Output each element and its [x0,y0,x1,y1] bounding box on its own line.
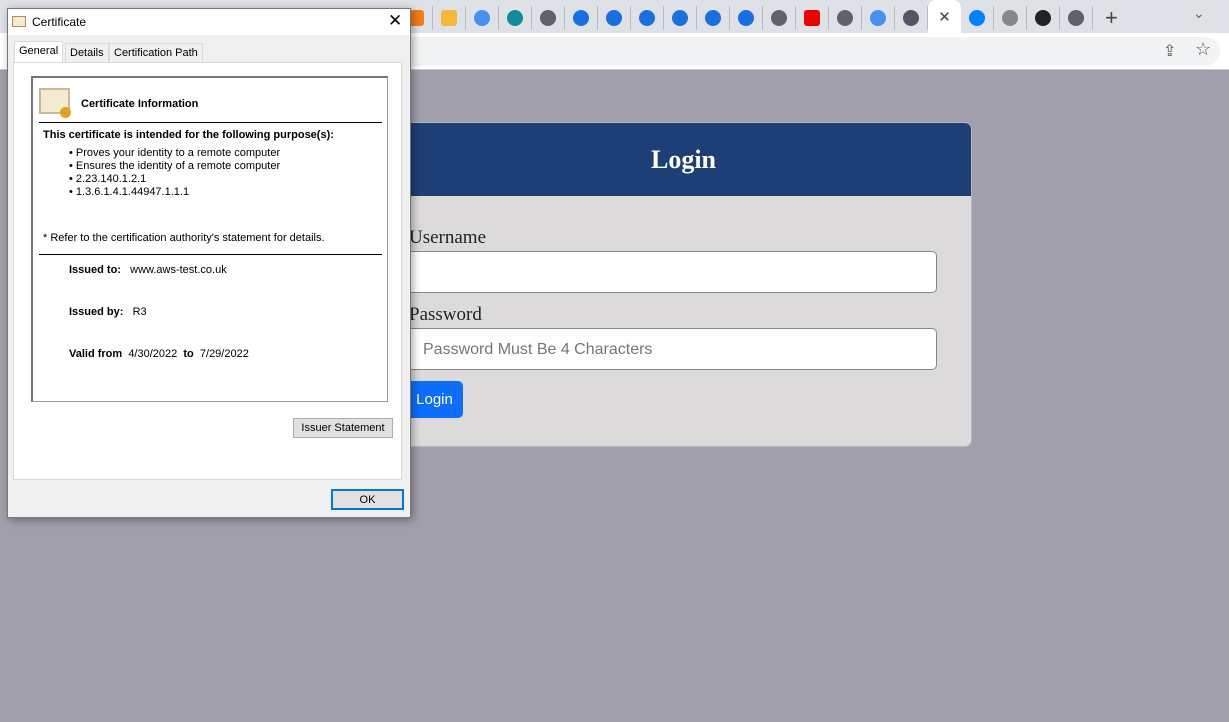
purpose-heading: This certificate is intended for the fol… [43,129,334,141]
app-drop-icon [639,10,655,26]
browser-tab[interactable] [994,6,1027,30]
browser-tab[interactable] [1027,6,1060,30]
info-heading: Certificate Information [81,98,199,110]
browser-tab[interactable]: ✕ [928,0,961,33]
robot-icon [1002,10,1018,26]
issued-by-row: Issued by: R3 [69,306,147,318]
search-q-icon [474,10,490,26]
purpose-item: • 2.23.140.1.2.1 [69,173,147,185]
issued-to-row: Issued to: www.aws-test.co.uk [69,264,227,276]
certificate-info-box: Certificate Information This certificate… [31,76,388,402]
browser-tab[interactable] [730,6,763,30]
tab-general[interactable]: General [14,41,64,64]
app-drop-icon [705,10,721,26]
browser-tab[interactable] [763,6,796,30]
username-input[interactable] [401,251,937,293]
dialog-title-bar: Certificate ✕ [8,9,410,35]
browser-tab[interactable] [862,6,895,30]
general-panel: Certificate Information This certificate… [13,62,402,480]
app-drop-icon [672,10,688,26]
login-header: Login [396,123,971,196]
tab-search-button[interactable]: ⌄ [1193,5,1205,22]
divider [39,122,382,123]
browser-tab[interactable] [598,6,631,30]
purpose-item: • Proves your identity to a remote compu… [69,147,281,159]
tab-details[interactable]: Details [65,43,109,63]
browser-tab[interactable] [796,6,829,30]
youtube-icon [804,10,820,26]
issued-by-label: Issued by: [69,306,124,318]
browser-tab[interactable] [1060,6,1093,30]
browser-tab[interactable] [829,6,862,30]
note: * Refer to the certification authority's… [43,232,325,244]
certificate-badge-icon [39,88,71,118]
digitalocean-icon [969,10,985,26]
note-text: Refer to the certification authority's s… [50,232,325,244]
purpose-text: Proves your identity to a remote compute… [75,147,281,159]
globe-icon [540,10,556,26]
dialog-title: Certificate [32,15,87,29]
browser-tab[interactable] [565,6,598,30]
bookmark-star-icon[interactable]: ☆ [1195,39,1211,60]
scan-icon [903,10,919,26]
certificate-dialog: Certificate ✕ General Details Certificat… [7,8,411,518]
browser-tab[interactable] [499,6,532,30]
to-label: to [183,348,194,360]
login-card: Login Username Password Password Must Be… [395,122,972,447]
globe-icon [771,10,787,26]
valid-from-label: Valid from [69,348,123,360]
username-label: Username [409,227,487,248]
app-drop-icon [738,10,754,26]
app-drop-icon [606,10,622,26]
login-title: Login [650,144,717,174]
browser-tab[interactable] [433,6,466,30]
app-drop-icon [573,10,589,26]
validity-row: Valid from 4/30/2022 to 7/29/2022 [69,348,249,360]
purpose-item: • 1.3.6.1.4.1.44947.1.1.1 [69,186,190,198]
browser-tab[interactable] [895,6,928,30]
share-icon[interactable]: ⇪ [1163,41,1176,61]
certificate-icon [12,16,26,27]
divider [39,254,382,255]
issued-to-value: www.aws-test.co.uk [130,264,227,276]
yellow-box-icon [441,10,457,26]
browser-tab[interactable] [532,6,565,30]
close-icon[interactable]: ✕ [388,11,402,31]
address-bar[interactable] [300,37,1220,66]
issuer-statement-button[interactable]: Issuer Statement [293,418,393,438]
purpose-text: 1.3.6.1.4.1.44947.1.1.1 [75,186,190,198]
password-input[interactable]: Password Must Be 4 Characters [401,328,937,370]
valid-from-value: 4/30/2022 [128,348,178,360]
globe-icon [1068,10,1084,26]
browser-tab[interactable] [631,6,664,30]
new-tab-button[interactable]: + [1105,5,1118,31]
browser-tab[interactable] [697,6,730,30]
login-button[interactable]: Login [406,381,463,418]
purpose-item: • Ensures the identity of a remote compu… [69,160,281,172]
browser-tab[interactable] [466,6,499,30]
password-label: Password [409,304,482,325]
purpose-text: Ensures the identity of a remote compute… [75,160,281,172]
issued-by-value: R3 [132,306,147,318]
tab-certification-path[interactable]: Certification Path [109,43,203,63]
valid-to-value: 7/29/2022 [199,348,249,360]
browser-tab[interactable] [664,6,697,30]
issued-to-label: Issued to: [69,264,121,276]
github-icon [1035,10,1051,26]
globe-icon [837,10,853,26]
browser-tab[interactable] [961,6,994,30]
search-q-icon [870,10,886,26]
home-icon [507,10,523,26]
purpose-text: 2.23.140.1.2.1 [75,173,147,185]
ok-button[interactable]: OK [331,489,404,510]
